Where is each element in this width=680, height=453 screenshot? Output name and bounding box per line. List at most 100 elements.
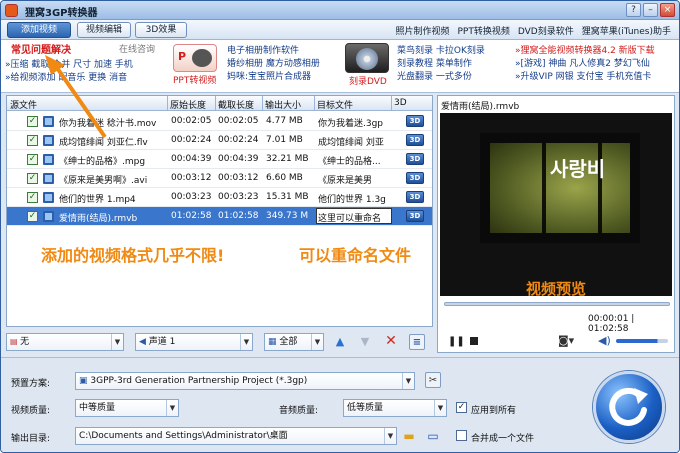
row-checkbox[interactable]: ✓ <box>27 116 38 127</box>
speaker-icon: ◀ <box>139 337 149 347</box>
volume-slider[interactable] <box>616 339 668 343</box>
link-ppt-video[interactable]: PPT转换视频 <box>457 24 509 37</box>
subtitle-value: 无 <box>20 337 30 347</box>
col-orig-length[interactable]: 原始长度 <box>170 98 206 111</box>
camera-icon[interactable]: ◙▾ <box>558 334 574 347</box>
3d-icon[interactable]: 3D <box>406 210 424 222</box>
stop-icon[interactable] <box>470 337 478 345</box>
cell-target[interactable]: 你为我着迷.3gp <box>318 116 390 129</box>
minimize-icon[interactable]: – <box>643 3 658 17</box>
settings-tools-icon[interactable]: ✂ <box>425 372 441 388</box>
link-photo-video[interactable]: 照片制作视频 <box>395 24 449 37</box>
close-icon[interactable]: × <box>660 3 675 17</box>
move-down-icon[interactable]: ▼ <box>357 334 373 350</box>
table-row[interactable]: ✓ 《绅士的品格》.mpg 00:04:39 00:04:39 32.21 MB… <box>7 150 432 169</box>
table-row[interactable]: ✓ 他们的世界 1.mp4 00:03:23 00:03:23 15.31 MB… <box>7 188 432 207</box>
settings-panel: 预置方案: ▣ 3GPP-3rd Generation Partnership … <box>1 357 679 452</box>
3d-icon[interactable]: 3D <box>406 134 424 146</box>
row-checkbox[interactable]: ✓ <box>27 154 38 165</box>
row-checkbox[interactable]: ✓ <box>27 211 38 222</box>
ppt-icon[interactable]: P <box>173 44 217 72</box>
range-select[interactable]: ▦ 全部 ▼ <box>264 333 324 351</box>
top-links: 照片制作视频 PPT转换视频 DVD刻录软件 狸窝苹果(iTunes)助手 <box>395 24 671 37</box>
help-icon[interactable]: ? <box>626 3 641 17</box>
folder-icon[interactable]: ▬ <box>401 428 417 444</box>
chevron-down-icon: ▼ <box>311 334 323 350</box>
col-target-file[interactable]: 目标文件 <box>317 98 353 111</box>
film-strip-icon: ▦ <box>268 337 280 347</box>
promo-r1-3[interactable]: 光盘翻录 一式多份 <box>397 71 472 84</box>
video-file-icon <box>43 173 54 184</box>
merge-label: 合并成一个文件 <box>471 434 535 444</box>
video-quality-select[interactable]: 中等质量 ▼ <box>75 399 179 417</box>
clear-list-icon[interactable]: ≡ <box>409 334 425 350</box>
3d-icon[interactable]: 3D <box>406 115 424 127</box>
3d-icon[interactable]: 3D <box>406 172 424 184</box>
app-window: 狸窝3GP转换器 ? – × 添加视频 视频编辑 3D效果 照片制作视频 PPT… <box>0 0 680 453</box>
total-time: 01:02:58 <box>588 324 629 334</box>
preset-select[interactable]: ▣ 3GPP-3rd Generation Partnership Projec… <box>75 372 415 390</box>
convert-button[interactable] <box>593 371 665 443</box>
audio-quality-select[interactable]: 低等质量 ▼ <box>343 399 447 417</box>
rename-input[interactable]: 这里可以重命名 <box>316 208 392 224</box>
apply-all-checkbox[interactable]: ✓ <box>456 402 467 413</box>
col-output-size[interactable]: 输出大小 <box>265 98 301 111</box>
merge-checkbox[interactable] <box>456 430 467 441</box>
promo-r2-1[interactable]: »狸窝全能视频转换器4.2 新版下载 <box>515 45 655 58</box>
link-itunes-helper[interactable]: 狸窝苹果(iTunes)助手 <box>582 24 671 37</box>
subtitle-select[interactable]: ▤ 无 ▼ <box>6 333 124 351</box>
promo-mid-2[interactable]: 婚纱相册 魔方动感相册 <box>227 58 320 71</box>
3d-icon[interactable]: 3D <box>406 153 424 165</box>
table-row[interactable]: ✓ 《原来是美男啊》.avi 00:03:12 00:03:12 6.60 MB… <box>7 169 432 188</box>
tab-3d-effect[interactable]: 3D效果 <box>135 22 187 38</box>
tab-add-video[interactable]: 添加视频 <box>7 22 71 38</box>
dvd-label[interactable]: 刻录DVD <box>349 76 387 89</box>
format-icon: ▣ <box>79 376 91 386</box>
open-folder-icon[interactable]: ▭ <box>425 428 441 444</box>
video-quality-label: 视频质量: <box>11 406 51 416</box>
move-up-icon[interactable]: ▲ <box>332 334 348 350</box>
chevron-down-icon: ▼ <box>111 334 123 350</box>
promo-mid-3[interactable]: 妈咪:宝宝照片合成器 <box>227 71 311 84</box>
row-checkbox[interactable]: ✓ <box>27 135 38 146</box>
cell-target[interactable]: 《原来是美男 <box>318 173 390 186</box>
col-3d[interactable]: 3D <box>394 98 407 108</box>
cell-size: 7.01 MB <box>266 135 303 145</box>
promo-r1-2[interactable]: 刻录教程 菜单制作 <box>397 58 472 71</box>
apply-all-label: 应用到所有 <box>471 406 517 416</box>
online-consult[interactable]: 在线咨询 <box>119 44 155 57</box>
row-checkbox[interactable]: ✓ <box>27 173 38 184</box>
cell-target[interactable]: 《绅士的品格... <box>318 154 390 167</box>
tab-video-edit[interactable]: 视频编辑 <box>77 22 131 38</box>
overlay-caption-left: 添加的视频格式几乎不限! <box>41 246 225 265</box>
pause-icon[interactable]: ❚❚ <box>448 336 465 347</box>
3d-icon[interactable]: 3D <box>406 191 424 203</box>
cell-target[interactable]: 成均馆绯闻 刘亚 <box>318 135 390 148</box>
window-controls: ? – × <box>626 3 675 17</box>
output-dir-input[interactable]: C:\Documents and Settings\Administrator\… <box>75 427 397 445</box>
promo-r1-1[interactable]: 菜鸟刻录 卡拉OK刻录 <box>397 45 485 58</box>
promo-mid-1[interactable]: 电子相册制作软件 <box>227 45 299 58</box>
row-checkbox[interactable]: ✓ <box>27 192 38 203</box>
cell-orig: 00:04:39 <box>171 154 212 164</box>
cell-size: 32.21 MB <box>266 154 309 164</box>
ppt-label[interactable]: PPT转视频 <box>173 75 216 88</box>
app-title: 狸窝3GP转换器 <box>25 8 98 19</box>
seek-bar[interactable] <box>444 302 670 306</box>
col-source[interactable]: 源文件 <box>10 98 37 111</box>
chevron-down-icon: ▼ <box>402 373 414 389</box>
cell-source: 《绅士的品格》.mpg <box>59 157 146 167</box>
dvd-icon[interactable] <box>345 43 389 73</box>
volume-icon[interactable]: ◀) <box>598 334 611 347</box>
link-dvd-burn[interactable]: DVD刻录软件 <box>518 24 574 37</box>
audio-track-select[interactable]: ◀ 声道 1 ▼ <box>135 333 253 351</box>
video-quality-value: 中等质量 <box>79 403 116 413</box>
preview-panel: 爱情雨(结局).rmvb 사랑비 视频预览 00:00:01 | 01:02:5… <box>437 95 675 353</box>
col-cut-length[interactable]: 截取长度 <box>218 98 254 111</box>
promo-r2-2[interactable]: »[游戏] 神曲 凡人修真2 梦幻飞仙 <box>515 58 650 71</box>
promo-r2-3[interactable]: »升级VIP 网银 支付宝 手机充值卡 <box>515 71 651 84</box>
delete-icon[interactable]: ✕ <box>383 333 399 349</box>
table-row-selected[interactable]: ✓ 爱情雨(结局).rmvb 01:02:58 01:02:58 349.73 … <box>7 207 432 226</box>
video-frame[interactable]: 사랑비 视频预览 <box>440 113 672 296</box>
cell-target[interactable]: 他们的世界 1.3g <box>318 192 390 205</box>
